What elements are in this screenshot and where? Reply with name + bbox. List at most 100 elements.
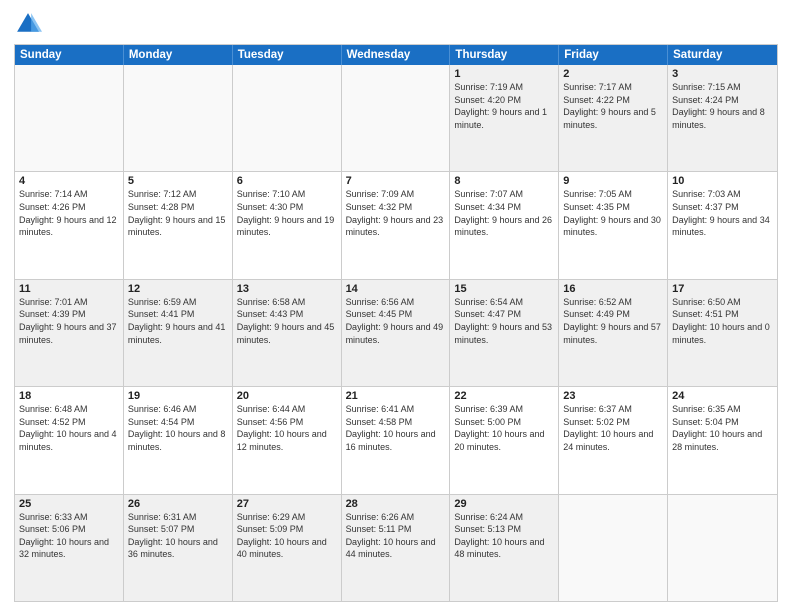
calendar-cell: 23Sunrise: 6:37 AM Sunset: 5:02 PM Dayli… <box>559 387 668 493</box>
calendar-cell: 28Sunrise: 6:26 AM Sunset: 5:11 PM Dayli… <box>342 495 451 601</box>
calendar-body: 1Sunrise: 7:19 AM Sunset: 4:20 PM Daylig… <box>15 65 777 601</box>
calendar-cell: 18Sunrise: 6:48 AM Sunset: 4:52 PM Dayli… <box>15 387 124 493</box>
day-number: 4 <box>19 175 119 187</box>
day-of-week-header: Thursday <box>450 45 559 65</box>
day-of-week-header: Monday <box>124 45 233 65</box>
calendar-cell <box>342 65 451 171</box>
day-info: Sunrise: 7:01 AM Sunset: 4:39 PM Dayligh… <box>19 296 119 346</box>
day-number: 19 <box>128 390 228 402</box>
day-info: Sunrise: 6:39 AM Sunset: 5:00 PM Dayligh… <box>454 403 554 453</box>
day-info: Sunrise: 6:35 AM Sunset: 5:04 PM Dayligh… <box>672 403 773 453</box>
day-number: 14 <box>346 283 446 295</box>
day-number: 8 <box>454 175 554 187</box>
calendar-cell: 26Sunrise: 6:31 AM Sunset: 5:07 PM Dayli… <box>124 495 233 601</box>
day-number: 7 <box>346 175 446 187</box>
calendar-cell: 11Sunrise: 7:01 AM Sunset: 4:39 PM Dayli… <box>15 280 124 386</box>
day-number: 21 <box>346 390 446 402</box>
calendar-cell: 7Sunrise: 7:09 AM Sunset: 4:32 PM Daylig… <box>342 172 451 278</box>
calendar-cell: 1Sunrise: 7:19 AM Sunset: 4:20 PM Daylig… <box>450 65 559 171</box>
calendar-week: 25Sunrise: 6:33 AM Sunset: 5:06 PM Dayli… <box>15 495 777 601</box>
calendar-cell: 24Sunrise: 6:35 AM Sunset: 5:04 PM Dayli… <box>668 387 777 493</box>
day-of-week-header: Tuesday <box>233 45 342 65</box>
day-number: 16 <box>563 283 663 295</box>
day-number: 2 <box>563 68 663 80</box>
calendar-cell: 20Sunrise: 6:44 AM Sunset: 4:56 PM Dayli… <box>233 387 342 493</box>
day-info: Sunrise: 6:37 AM Sunset: 5:02 PM Dayligh… <box>563 403 663 453</box>
day-info: Sunrise: 6:41 AM Sunset: 4:58 PM Dayligh… <box>346 403 446 453</box>
calendar-cell <box>233 65 342 171</box>
day-of-week-header: Friday <box>559 45 668 65</box>
day-info: Sunrise: 6:33 AM Sunset: 5:06 PM Dayligh… <box>19 511 119 561</box>
calendar-cell: 25Sunrise: 6:33 AM Sunset: 5:06 PM Dayli… <box>15 495 124 601</box>
calendar-cell: 12Sunrise: 6:59 AM Sunset: 4:41 PM Dayli… <box>124 280 233 386</box>
calendar-cell <box>668 495 777 601</box>
calendar-cell: 17Sunrise: 6:50 AM Sunset: 4:51 PM Dayli… <box>668 280 777 386</box>
day-number: 29 <box>454 498 554 510</box>
calendar-cell: 29Sunrise: 6:24 AM Sunset: 5:13 PM Dayli… <box>450 495 559 601</box>
calendar-cell: 8Sunrise: 7:07 AM Sunset: 4:34 PM Daylig… <box>450 172 559 278</box>
day-number: 9 <box>563 175 663 187</box>
calendar-week: 11Sunrise: 7:01 AM Sunset: 4:39 PM Dayli… <box>15 280 777 387</box>
day-info: Sunrise: 7:15 AM Sunset: 4:24 PM Dayligh… <box>672 81 773 131</box>
day-number: 10 <box>672 175 773 187</box>
day-info: Sunrise: 7:03 AM Sunset: 4:37 PM Dayligh… <box>672 188 773 238</box>
calendar-cell <box>559 495 668 601</box>
calendar-cell: 4Sunrise: 7:14 AM Sunset: 4:26 PM Daylig… <box>15 172 124 278</box>
calendar-cell: 19Sunrise: 6:46 AM Sunset: 4:54 PM Dayli… <box>124 387 233 493</box>
day-info: Sunrise: 6:58 AM Sunset: 4:43 PM Dayligh… <box>237 296 337 346</box>
day-info: Sunrise: 6:56 AM Sunset: 4:45 PM Dayligh… <box>346 296 446 346</box>
calendar-cell: 3Sunrise: 7:15 AM Sunset: 4:24 PM Daylig… <box>668 65 777 171</box>
calendar-cell: 13Sunrise: 6:58 AM Sunset: 4:43 PM Dayli… <box>233 280 342 386</box>
day-number: 6 <box>237 175 337 187</box>
day-info: Sunrise: 6:54 AM Sunset: 4:47 PM Dayligh… <box>454 296 554 346</box>
day-info: Sunrise: 7:10 AM Sunset: 4:30 PM Dayligh… <box>237 188 337 238</box>
calendar-week: 4Sunrise: 7:14 AM Sunset: 4:26 PM Daylig… <box>15 172 777 279</box>
day-of-week-header: Saturday <box>668 45 777 65</box>
day-number: 27 <box>237 498 337 510</box>
day-number: 1 <box>454 68 554 80</box>
day-number: 25 <box>19 498 119 510</box>
calendar-header: SundayMondayTuesdayWednesdayThursdayFrid… <box>15 45 777 65</box>
day-number: 3 <box>672 68 773 80</box>
calendar-week: 18Sunrise: 6:48 AM Sunset: 4:52 PM Dayli… <box>15 387 777 494</box>
day-info: Sunrise: 7:09 AM Sunset: 4:32 PM Dayligh… <box>346 188 446 238</box>
day-info: Sunrise: 7:05 AM Sunset: 4:35 PM Dayligh… <box>563 188 663 238</box>
day-number: 20 <box>237 390 337 402</box>
calendar-cell <box>15 65 124 171</box>
calendar-week: 1Sunrise: 7:19 AM Sunset: 4:20 PM Daylig… <box>15 65 777 172</box>
day-info: Sunrise: 6:24 AM Sunset: 5:13 PM Dayligh… <box>454 511 554 561</box>
day-info: Sunrise: 6:48 AM Sunset: 4:52 PM Dayligh… <box>19 403 119 453</box>
logo-icon <box>14 10 42 38</box>
day-info: Sunrise: 7:07 AM Sunset: 4:34 PM Dayligh… <box>454 188 554 238</box>
header <box>14 10 778 38</box>
calendar-cell: 6Sunrise: 7:10 AM Sunset: 4:30 PM Daylig… <box>233 172 342 278</box>
calendar-cell: 16Sunrise: 6:52 AM Sunset: 4:49 PM Dayli… <box>559 280 668 386</box>
calendar-cell: 15Sunrise: 6:54 AM Sunset: 4:47 PM Dayli… <box>450 280 559 386</box>
day-info: Sunrise: 6:50 AM Sunset: 4:51 PM Dayligh… <box>672 296 773 346</box>
day-info: Sunrise: 6:26 AM Sunset: 5:11 PM Dayligh… <box>346 511 446 561</box>
day-number: 26 <box>128 498 228 510</box>
day-info: Sunrise: 7:14 AM Sunset: 4:26 PM Dayligh… <box>19 188 119 238</box>
day-info: Sunrise: 6:44 AM Sunset: 4:56 PM Dayligh… <box>237 403 337 453</box>
day-info: Sunrise: 7:12 AM Sunset: 4:28 PM Dayligh… <box>128 188 228 238</box>
calendar-cell: 5Sunrise: 7:12 AM Sunset: 4:28 PM Daylig… <box>124 172 233 278</box>
day-number: 28 <box>346 498 446 510</box>
logo <box>14 10 46 38</box>
day-info: Sunrise: 6:52 AM Sunset: 4:49 PM Dayligh… <box>563 296 663 346</box>
calendar-cell: 2Sunrise: 7:17 AM Sunset: 4:22 PM Daylig… <box>559 65 668 171</box>
day-number: 15 <box>454 283 554 295</box>
calendar-cell: 21Sunrise: 6:41 AM Sunset: 4:58 PM Dayli… <box>342 387 451 493</box>
calendar-cell: 22Sunrise: 6:39 AM Sunset: 5:00 PM Dayli… <box>450 387 559 493</box>
day-of-week-header: Wednesday <box>342 45 451 65</box>
calendar-cell: 10Sunrise: 7:03 AM Sunset: 4:37 PM Dayli… <box>668 172 777 278</box>
day-number: 11 <box>19 283 119 295</box>
day-number: 24 <box>672 390 773 402</box>
calendar-cell <box>124 65 233 171</box>
day-of-week-header: Sunday <box>15 45 124 65</box>
day-number: 5 <box>128 175 228 187</box>
calendar: SundayMondayTuesdayWednesdayThursdayFrid… <box>14 44 778 602</box>
day-number: 22 <box>454 390 554 402</box>
day-number: 13 <box>237 283 337 295</box>
day-info: Sunrise: 7:19 AM Sunset: 4:20 PM Dayligh… <box>454 81 554 131</box>
day-number: 18 <box>19 390 119 402</box>
